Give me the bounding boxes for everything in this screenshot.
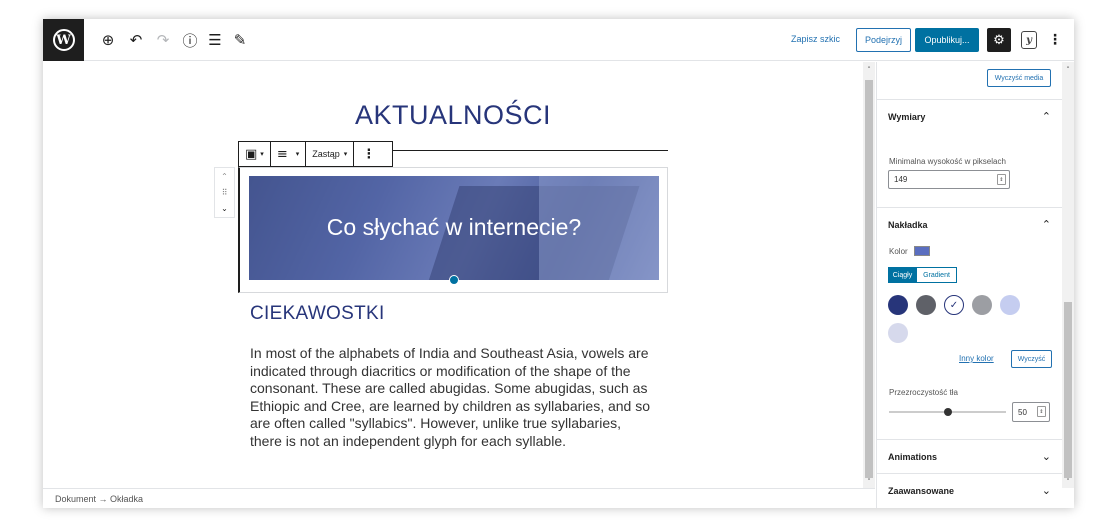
chevron-up-icon: ⌃ <box>1041 110 1051 123</box>
redo-icon[interactable]: ↷ <box>154 31 172 49</box>
color-swatch-gray[interactable] <box>916 295 936 315</box>
info-icon[interactable]: ⓘ <box>181 31 199 50</box>
align-icon: ≡ <box>276 146 288 162</box>
sidebar-scrollbar[interactable]: ˄ ˅ <box>1062 62 1074 488</box>
scroll-down-icon[interactable]: ˅ <box>863 476 875 488</box>
current-color-indicator <box>913 246 930 256</box>
panel-dimensions-title: Wymiary <box>888 111 926 122</box>
scroll-up-icon[interactable]: ˄ <box>863 64 875 76</box>
breadcrumb: Dokument → Okładka <box>43 488 875 508</box>
editor-scroll-thumb[interactable] <box>865 80 873 478</box>
wordpress-logo[interactable]: W <box>43 19 84 61</box>
chevron-down-icon: ▾ <box>343 151 348 158</box>
replace-button[interactable]: Zastąp ▾ <box>306 142 355 166</box>
panel-overlay[interactable]: Nakładka ⌃ <box>877 207 1063 241</box>
editor-canvas: AKTUALNOŚCI ▣ ▾ ≡ ▾ Zastąp ▾ ⋮ ⌃ ⠿ ⌄ Co … <box>43 62 863 488</box>
panel-dimensions[interactable]: Wymiary ⌃ <box>877 99 1063 133</box>
check-icon: ✓ <box>949 299 959 311</box>
gradient-toggle[interactable]: Gradient <box>917 267 957 283</box>
scroll-up-icon[interactable]: ˄ <box>1062 64 1074 76</box>
cover-resize-handle[interactable] <box>449 275 459 285</box>
panel-overlay-title: Nakładka <box>888 219 928 230</box>
settings-sidebar: Wyczyść media Wymiary ⌃ Minimalna wysoko… <box>876 62 1063 508</box>
cover-block[interactable]: Co słychać w internecie? <box>249 176 659 280</box>
chevron-down-icon: ▾ <box>260 151 264 158</box>
panel-animations[interactable]: Animations ⌄ <box>877 439 1063 473</box>
align-button[interactable]: ≡ ▾ <box>271 142 307 166</box>
clear-media-button[interactable]: Wyczyść media <box>987 69 1051 87</box>
chevron-down-icon: ▾ <box>295 151 300 158</box>
chevron-down-icon: ⌄ <box>1041 450 1051 463</box>
separator-line <box>393 150 668 151</box>
color-swatch-light-gray[interactable] <box>972 295 992 315</box>
editor-window: W ⊕ ↶ ↷ ⓘ ☰ ✎ Zapisz szkic Podejrzyj Opu… <box>43 19 1074 508</box>
clear-color-button[interactable]: Wyczyść <box>1011 350 1052 368</box>
stepper-icon[interactable]: ⇕ <box>997 174 1006 185</box>
sidebar-scroll-thumb[interactable] <box>1064 302 1072 478</box>
cover-text[interactable]: Co słychać w internecie? <box>249 214 659 241</box>
move-up-icon[interactable]: ⌃ <box>221 172 228 181</box>
yoast-icon[interactable]: y <box>1021 31 1037 49</box>
scroll-down-icon[interactable]: ˅ <box>1062 476 1074 488</box>
color-swatch-navy[interactable] <box>888 295 908 315</box>
cover-block-icon: ▣ <box>245 146 258 162</box>
panel-animations-title: Animations <box>888 451 938 462</box>
wordpress-icon: W <box>52 29 75 51</box>
panel-advanced[interactable]: Zaawansowane ⌄ <box>877 473 1063 507</box>
min-height-value: 149 <box>894 175 908 184</box>
block-more-button[interactable]: ⋮ <box>354 142 383 166</box>
editor-scrollbar[interactable]: ˄ ˅ <box>863 62 875 488</box>
drag-handle-icon[interactable]: ⠿ <box>222 188 228 197</box>
breadcrumb-path[interactable]: Dokument → Okładka <box>55 494 143 504</box>
custom-color-link[interactable]: Inny kolor <box>959 354 994 363</box>
block-mover: ⌃ ⠿ ⌄ <box>214 167 235 218</box>
min-height-input[interactable]: 149 ⇕ <box>888 170 1010 189</box>
publish-button[interactable]: Opublikuj... <box>915 28 979 52</box>
list-view-icon[interactable]: ☰ <box>206 31 224 49</box>
color-swatch-pale[interactable] <box>888 323 908 343</box>
add-block-icon[interactable]: ⊕ <box>99 31 117 49</box>
opacity-label: Przezroczystość tła <box>889 388 958 397</box>
block-toolbar: ▣ ▾ ≡ ▾ Zastąp ▾ ⋮ <box>238 141 393 167</box>
chevron-up-icon: ⌃ <box>1041 218 1051 231</box>
paragraph-block[interactable]: In most of the alphabets of India and So… <box>250 345 655 451</box>
settings-button[interactable]: ⚙ <box>987 28 1011 52</box>
color-row: Kolor <box>889 246 930 256</box>
more-options-icon: ⋮ <box>362 146 376 162</box>
panel-advanced-title: Zaawansowane <box>888 485 955 496</box>
preview-button[interactable]: Podejrzyj <box>856 28 911 52</box>
stepper-icon[interactable]: ⇕ <box>1037 406 1046 417</box>
opacity-input[interactable]: 50 ⇕ <box>1012 402 1050 422</box>
opacity-value: 50 <box>1018 407 1027 417</box>
undo-icon[interactable]: ↶ <box>127 31 145 49</box>
page-title[interactable]: AKTUALNOŚCI <box>43 100 863 131</box>
block-type-button[interactable]: ▣ ▾ <box>239 142 271 166</box>
heading-block[interactable]: CIEKAWOSTKI <box>250 303 385 325</box>
replace-label: Zastąp <box>312 149 340 159</box>
min-height-label: Minimalna wysokość w pikselach <box>889 157 1006 166</box>
chevron-down-icon: ⌄ <box>1041 484 1051 497</box>
color-label: Kolor <box>889 246 908 256</box>
solid-toggle[interactable]: Ciągły <box>888 267 917 283</box>
edit-tool-icon[interactable]: ✎ <box>231 31 249 49</box>
color-swatch-lavender[interactable] <box>1000 295 1020 315</box>
move-down-icon[interactable]: ⌄ <box>221 204 228 213</box>
gear-icon: ⚙ <box>993 32 1005 48</box>
more-options-icon[interactable]: ⋮ <box>1048 30 1062 50</box>
color-swatch-selected[interactable]: ✓ <box>944 295 964 315</box>
opacity-slider-thumb[interactable] <box>943 408 952 416</box>
save-draft-button[interactable]: Zapisz szkic <box>791 34 840 44</box>
fill-type-toggle: Ciągły Gradient <box>888 267 957 283</box>
top-toolbar: W ⊕ ↶ ↷ ⓘ ☰ ✎ Zapisz szkic Podejrzyj Opu… <box>43 19 1074 61</box>
